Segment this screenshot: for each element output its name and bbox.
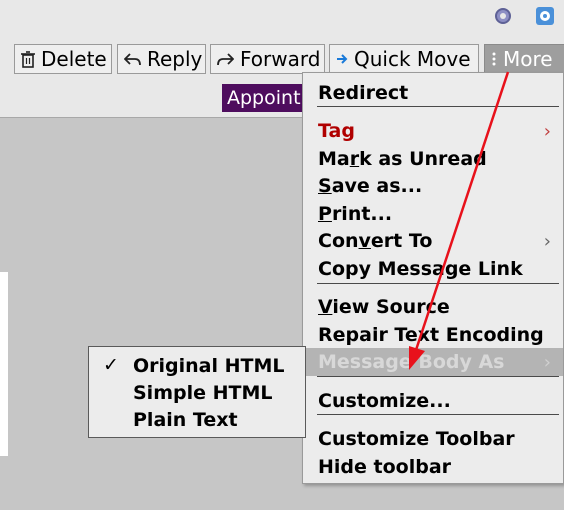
appointment-tag-label: Appointment bbox=[222, 84, 312, 112]
message-body-edge bbox=[0, 272, 8, 456]
menu-item-copy-message-link[interactable]: Copy Message Link bbox=[318, 257, 523, 283]
quick-move-button[interactable]: Quick Move bbox=[329, 44, 479, 74]
view-source-text: iew Source bbox=[332, 296, 450, 318]
save-as-text: ave as... bbox=[331, 175, 423, 197]
forward-arrow-icon bbox=[217, 52, 234, 66]
reply-label: Reply bbox=[147, 47, 203, 71]
menu-item-hide-toolbar[interactable]: Hide toolbar bbox=[318, 455, 451, 481]
print-text: rint... bbox=[331, 203, 393, 225]
menu-separator bbox=[317, 376, 559, 377]
menu-item-repair-text-encoding[interactable]: Repair Text Encoding bbox=[318, 323, 544, 349]
mark-as-unread-text-a: Ma bbox=[318, 148, 350, 170]
convert-to-text-a: Con bbox=[318, 230, 359, 252]
reply-arrow-icon bbox=[124, 52, 141, 66]
save-as-accesskey: S bbox=[318, 175, 332, 197]
menu-item-customize[interactable]: Customize... bbox=[318, 389, 451, 415]
more-menu: Redirect Tag › Mark as Unread Save as...… bbox=[302, 72, 564, 484]
reply-button[interactable]: Reply bbox=[117, 44, 206, 74]
checkmark-icon: ✓ bbox=[103, 354, 119, 376]
menu-item-customize-toolbar[interactable]: Customize Toolbar bbox=[318, 427, 515, 453]
mark-as-unread-accesskey: r bbox=[349, 148, 360, 170]
menu-item-original-html[interactable]: Original HTML bbox=[133, 354, 285, 380]
menu-item-print[interactable]: Print... bbox=[318, 202, 392, 228]
vertical-dots-icon bbox=[491, 51, 497, 67]
menu-item-save-as[interactable]: Save as... bbox=[318, 174, 422, 200]
menu-item-simple-html[interactable]: Simple HTML bbox=[133, 381, 273, 407]
trash-icon bbox=[21, 50, 35, 68]
menu-item-redirect[interactable]: Redirect bbox=[318, 81, 408, 107]
message-body-as-submenu: ✓ Original HTML Simple HTML Plain Text bbox=[88, 346, 306, 438]
menu-item-convert-to[interactable]: Convert To bbox=[318, 229, 432, 255]
right-arrow-icon bbox=[336, 53, 348, 65]
menu-item-view-source[interactable]: View Source bbox=[318, 295, 450, 321]
mark-as-unread-text-b: k as Unread bbox=[359, 148, 487, 170]
delete-label: Delete bbox=[41, 47, 107, 71]
forward-label: Forward bbox=[240, 47, 321, 71]
forward-button[interactable]: Forward bbox=[210, 44, 325, 74]
menu-item-tag[interactable]: Tag bbox=[318, 119, 355, 145]
menu-separator bbox=[317, 283, 559, 284]
addons-gear-icon[interactable] bbox=[490, 3, 516, 29]
settings-app-icon[interactable] bbox=[532, 3, 558, 29]
print-accesskey: P bbox=[318, 203, 332, 225]
menu-separator bbox=[317, 414, 559, 415]
quick-move-label: Quick Move bbox=[354, 47, 471, 71]
more-label: More bbox=[503, 47, 553, 71]
menu-separator bbox=[317, 106, 559, 107]
convert-to-accesskey: v bbox=[358, 230, 371, 252]
delete-button[interactable]: Delete bbox=[14, 44, 112, 74]
more-button[interactable]: More bbox=[484, 44, 564, 74]
view-source-accesskey: V bbox=[318, 296, 333, 318]
convert-to-chevron-icon: › bbox=[543, 231, 551, 252]
window-top-strip bbox=[0, 0, 564, 36]
message-body-as-chevron-icon: › bbox=[543, 352, 551, 373]
menu-item-plain-text[interactable]: Plain Text bbox=[133, 408, 238, 434]
tag-submenu-chevron-icon: › bbox=[543, 121, 551, 142]
menu-item-message-body-as[interactable]: Message Body As bbox=[318, 350, 504, 376]
menu-item-mark-as-unread[interactable]: Mark as Unread bbox=[318, 147, 487, 173]
convert-to-text-b: ert To bbox=[370, 230, 433, 252]
